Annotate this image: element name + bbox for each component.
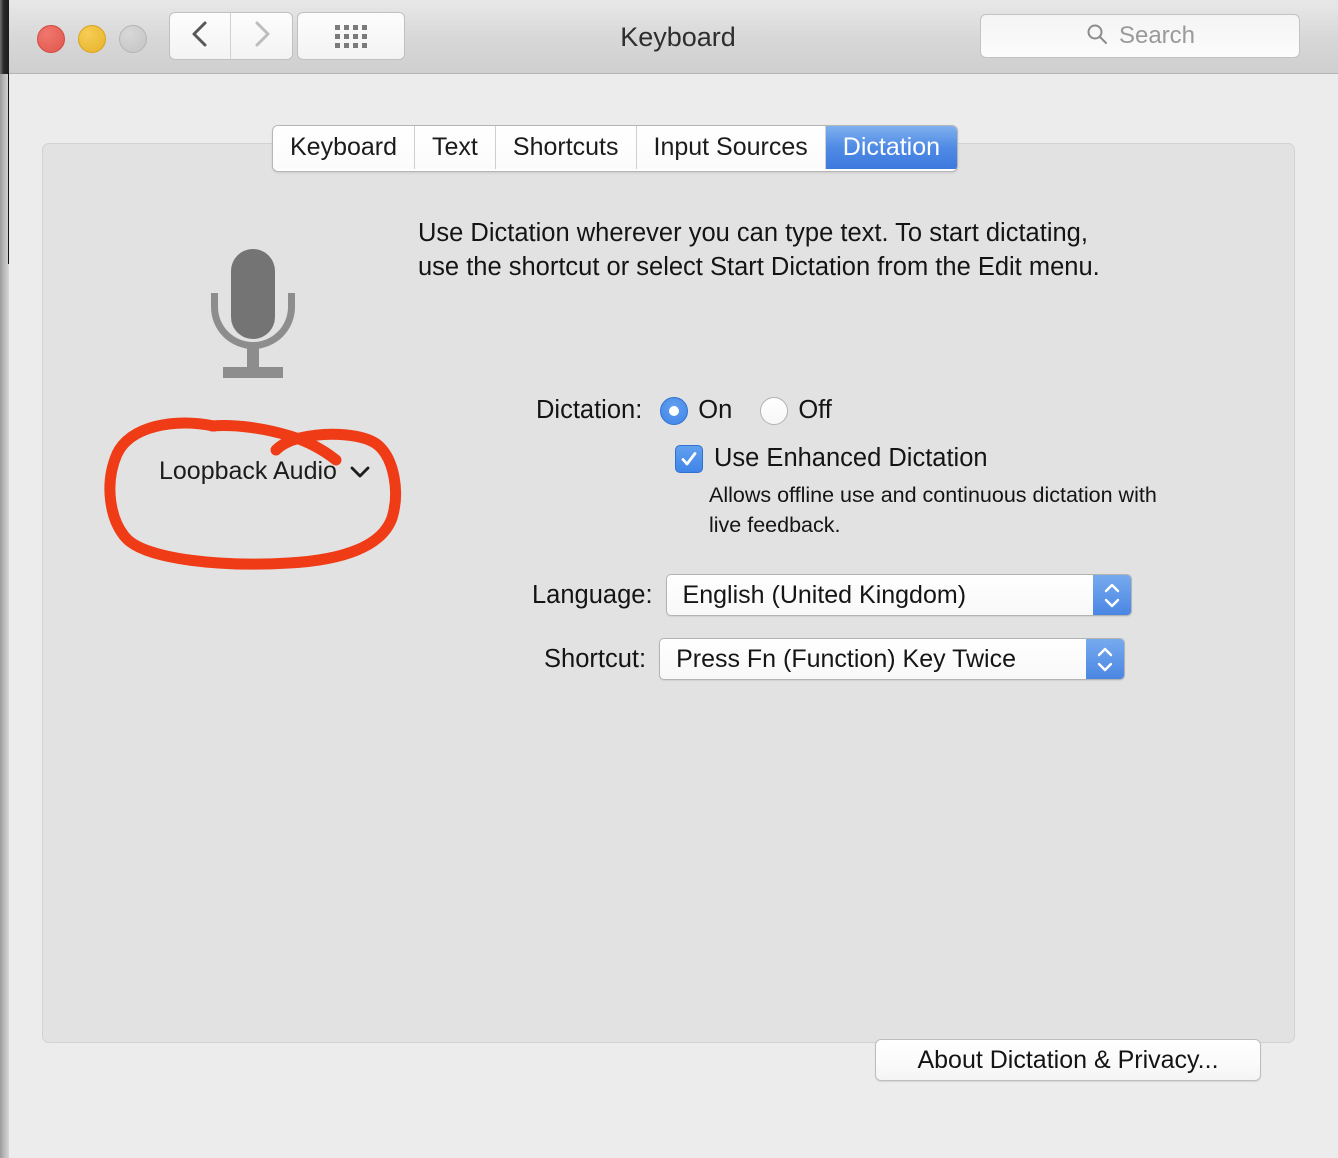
search-icon bbox=[1085, 22, 1109, 51]
shortcut-popup-button[interactable]: Press Fn (Function) Key Twice bbox=[659, 638, 1126, 680]
popup-arrows-icon[interactable] bbox=[1086, 639, 1125, 679]
language-value: English (United Kingdom) bbox=[682, 580, 967, 609]
enhanced-dictation-label: Use Enhanced Dictation bbox=[714, 444, 988, 472]
description-line-2: use the shortcut or select Start Dictati… bbox=[418, 253, 1100, 281]
tab-shortcuts[interactable]: Shortcuts bbox=[495, 126, 637, 169]
shortcut-value: Press Fn (Function) Key Twice bbox=[676, 644, 1016, 673]
radio-on-label: On bbox=[698, 396, 733, 424]
zoom-button[interactable] bbox=[119, 25, 147, 53]
window-left-edge-top bbox=[0, 0, 9, 74]
minimize-button[interactable] bbox=[78, 25, 106, 53]
back-button[interactable] bbox=[169, 12, 231, 60]
note-line-2: live feedback. bbox=[709, 513, 841, 537]
note-line-1: Allows offline use and continuous dictat… bbox=[709, 483, 1157, 507]
enhanced-dictation-note: Allows offline use and continuous dictat… bbox=[709, 480, 1229, 540]
system-preferences-keyboard-window: Keyboard Search Keyboard Text Shortcuts … bbox=[0, 0, 1338, 1158]
shortcut-row: Shortcut: Press Fn (Function) Key Twice bbox=[544, 638, 1126, 680]
radio-dictation-on[interactable] bbox=[660, 396, 689, 425]
language-row: Language: English (United Kingdom) bbox=[532, 574, 1132, 616]
tab-text[interactable]: Text bbox=[415, 126, 496, 169]
audio-source-popup[interactable]: Loopback Audio bbox=[159, 457, 371, 486]
navigation-buttons bbox=[169, 12, 293, 60]
radio-off-label: Off bbox=[798, 396, 832, 424]
checkbox-enhanced-dictation[interactable] bbox=[675, 444, 703, 473]
microphone-stem bbox=[247, 347, 259, 369]
audio-source-label: Loopback Audio bbox=[159, 457, 337, 485]
tab-dictation[interactable]: Dictation bbox=[825, 126, 958, 169]
language-label: Language: bbox=[532, 580, 653, 609]
tab-input-sources[interactable]: Input Sources bbox=[636, 126, 826, 169]
content-area: Keyboard Text Shortcuts Input Sources Di… bbox=[9, 74, 1338, 1158]
chevron-left-icon bbox=[190, 19, 210, 54]
language-popup-button[interactable]: English (United Kingdom) bbox=[665, 574, 1132, 616]
search-field[interactable]: Search bbox=[980, 14, 1300, 58]
enhanced-dictation-row[interactable]: Use Enhanced Dictation bbox=[675, 444, 988, 473]
title-bar: Keyboard Search bbox=[9, 0, 1338, 74]
close-button[interactable] bbox=[37, 25, 65, 53]
chevron-right-icon bbox=[252, 19, 272, 54]
description-line-1: Use Dictation wherever you can type text… bbox=[418, 219, 1088, 247]
dictation-description: Use Dictation wherever you can type text… bbox=[418, 216, 1178, 284]
about-dictation-privacy-button[interactable]: About Dictation & Privacy... bbox=[875, 1039, 1261, 1081]
radio-dictation-off[interactable] bbox=[760, 396, 789, 425]
forward-button[interactable] bbox=[231, 12, 293, 60]
popup-arrows-icon[interactable] bbox=[1092, 575, 1131, 615]
chevron-down-icon bbox=[349, 457, 371, 486]
tab-keyboard[interactable]: Keyboard bbox=[273, 126, 416, 169]
tab-bar: Keyboard Text Shortcuts Input Sources Di… bbox=[272, 125, 959, 172]
dictation-label: Dictation: bbox=[536, 396, 643, 424]
microphone-base bbox=[223, 367, 283, 378]
grid-view-icon bbox=[335, 24, 367, 48]
microphone-icon bbox=[205, 249, 301, 378]
shortcut-label: Shortcut: bbox=[544, 644, 647, 673]
microphone-arc bbox=[211, 293, 295, 349]
show-all-button[interactable] bbox=[297, 12, 405, 60]
dictation-row: Dictation: On Off bbox=[536, 396, 832, 425]
search-placeholder: Search bbox=[1118, 22, 1196, 49]
checkmark-icon bbox=[681, 451, 697, 465]
